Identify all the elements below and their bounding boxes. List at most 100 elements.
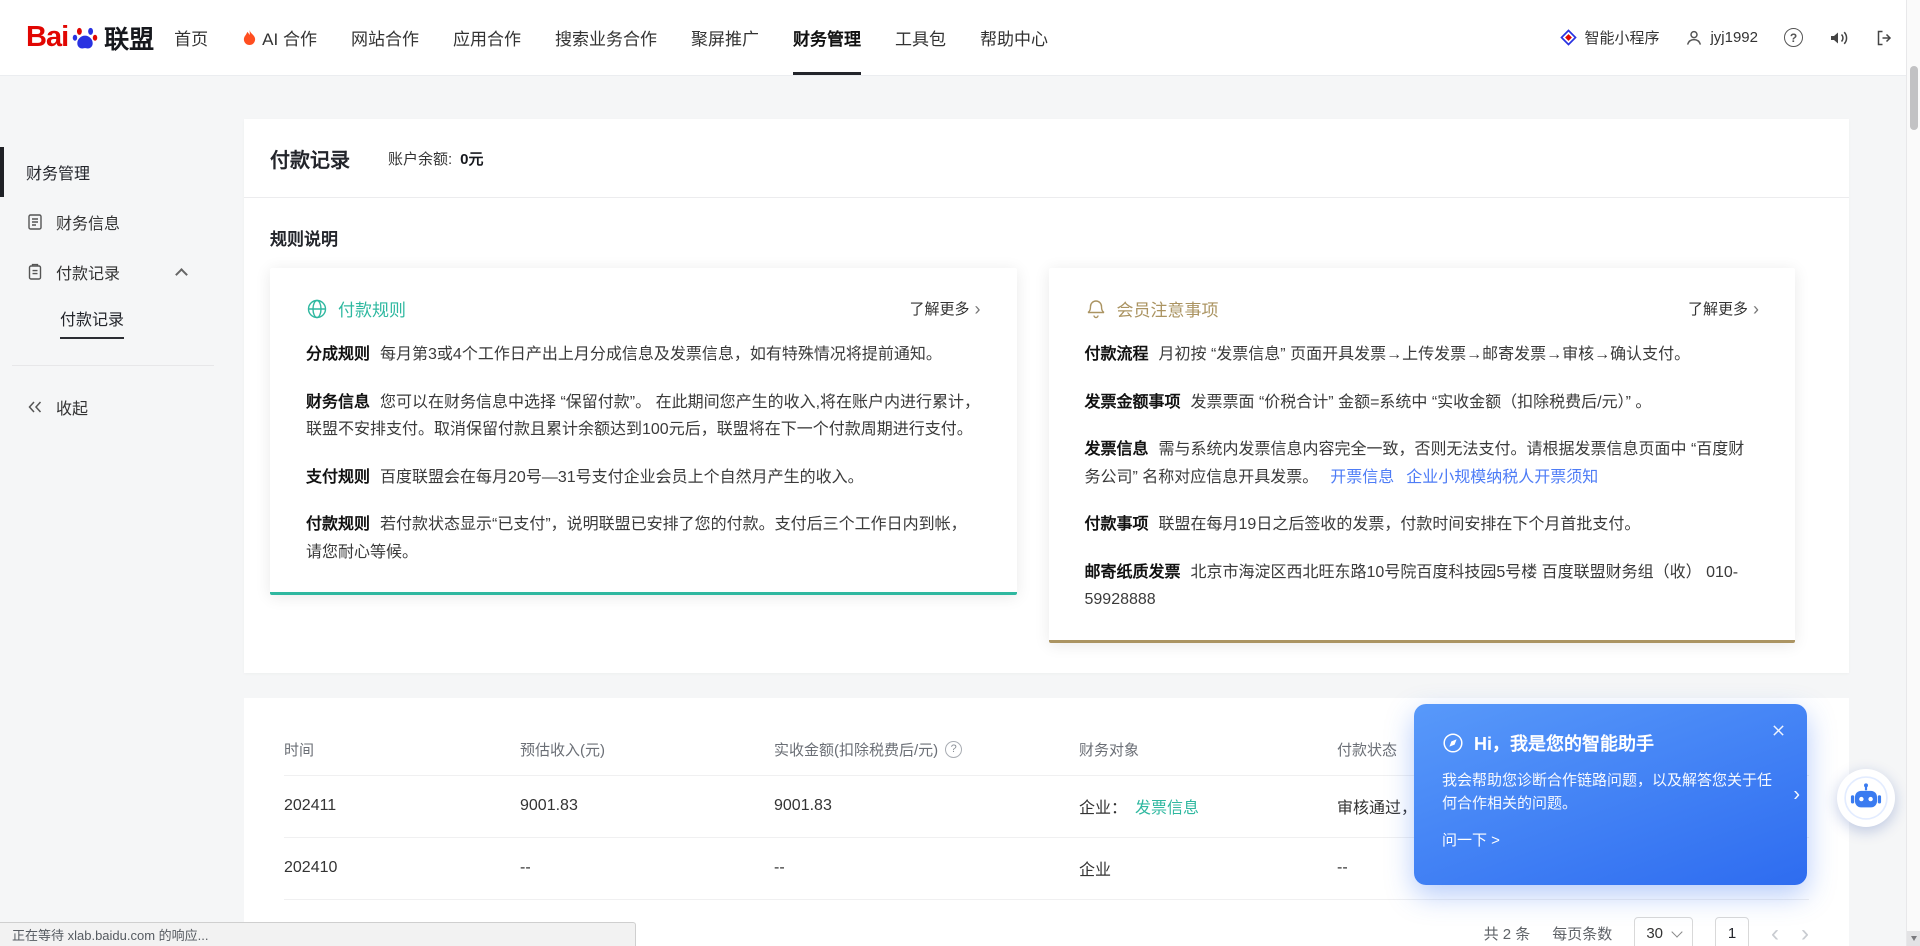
smart-miniprogram-entry[interactable]: 智能小程序 <box>1560 27 1659 48</box>
scrollbar-thumb[interactable] <box>1910 66 1918 130</box>
status-text: 正在等待 xlab.baidu.com 的响应... <box>12 925 209 944</box>
page-title: 付款记录 <box>270 144 350 173</box>
card-header: 付款规则 了解更多 <box>306 296 981 321</box>
sidebar-section-label: 财务管理 <box>26 160 90 184</box>
page-size-select[interactable]: 30 <box>1634 917 1693 946</box>
close-icon[interactable] <box>1772 724 1785 742</box>
nav-item-website-cooperation[interactable]: 网站合作 <box>351 0 419 75</box>
globe-icon <box>306 298 328 320</box>
bell-icon <box>1085 298 1107 320</box>
invoice-info-link[interactable]: 发票信息 <box>1135 794 1199 818</box>
card-header: 会员注意事项 了解更多 <box>1085 296 1760 321</box>
nav-item-app-cooperation[interactable]: 应用合作 <box>453 0 521 75</box>
sidebar-item-payment-records[interactable]: 付款记录 <box>0 247 244 297</box>
cell-estimated: 9001.83 <box>520 797 774 815</box>
nav-item-search-cooperation[interactable]: 搜索业务合作 <box>555 0 657 75</box>
scroll-down-button[interactable] <box>1907 931 1920 946</box>
learn-more-label: 了解更多 <box>1688 298 1748 319</box>
small-taxpayer-notice-link[interactable]: 企业小规模纳税人开票须知 <box>1406 469 1598 486</box>
page-number-current[interactable]: 1 <box>1715 917 1749 946</box>
assistant-header: Hi，我是您的智能助手 <box>1442 730 1779 756</box>
column-header-finance-entity: 财务对象 <box>1079 739 1337 760</box>
browser-status-bar: 正在等待 xlab.baidu.com 的响应... <box>0 922 636 946</box>
note-payment-matter: 付款事项联盟在每月19日之后签收的发票，付款时间安排在下个月首批支付。 <box>1085 511 1760 539</box>
nav-label: 首页 <box>174 25 208 50</box>
rules-section-title: 规则说明 <box>244 198 1849 252</box>
sidebar-divider <box>12 365 214 366</box>
card-title: 会员注意事项 <box>1117 296 1219 321</box>
per-page-label: 每页条数 <box>1552 923 1612 944</box>
card-title: 付款规则 <box>338 296 406 321</box>
nav-item-finance-management[interactable]: 财务管理 <box>793 0 861 75</box>
sidebar: 财务管理 财务信息 付款记录 付款记录 <box>0 76 244 946</box>
nav-item-home[interactable]: 首页 <box>174 0 208 75</box>
smart-assistant-popup: Hi，我是您的智能助手 我会帮助您诊断合作链路问题，以及解答您关于任何合作相关的… <box>1414 704 1807 885</box>
user-icon <box>1685 29 1703 47</box>
assistant-message: 我会帮助您诊断合作链路问题，以及解答您关于任何合作相关的问题。 <box>1442 769 1779 816</box>
note-invoice-amount: 发票金额事项发票票面 “价税合计” 金额=系统中 “实收金额（扣除税费后/元）”… <box>1085 389 1760 417</box>
cell-time: 202411 <box>284 797 520 815</box>
billing-info-link[interactable]: 开票信息 <box>1330 469 1394 486</box>
learn-more-link[interactable]: 了解更多 <box>1688 298 1759 319</box>
rule-finance-info: 财务信息您可以在财务信息中选择 “保留付款”。 在此期间您产生的收入,将在账户内… <box>306 389 981 444</box>
chevron-down-icon <box>1671 926 1682 937</box>
page-size-value: 30 <box>1646 925 1663 942</box>
note-mail-invoice: 邮寄纸质发票北京市海淀区西北旺东路10号院百度科技园5号楼 百度联盟财务组（收）… <box>1085 559 1760 614</box>
note-invoice-info: 发票信息需与系统内发票信息内容完全一致，否则无法支付。请根据发票信息页面中 “百… <box>1085 436 1760 491</box>
rules-cards: 付款规则 了解更多 分成规则每月第3或4个工作日产出上月分成信息及发票信息，如有… <box>244 252 1849 673</box>
sidebar-subitem-label: 付款记录 <box>60 306 124 339</box>
cell-estimated: -- <box>520 859 774 877</box>
nav-label: 财务管理 <box>793 25 861 50</box>
balance-value: 0元 <box>460 148 483 169</box>
payment-record-icon <box>26 263 44 281</box>
rule-payment: 付款规则若付款状态显示“已支付”，说明联盟已安排了您的付款。支付后三个工作日内到… <box>306 511 981 566</box>
learn-more-link[interactable]: 了解更多 <box>909 298 980 319</box>
main-nav: 首页 AI 合作 网站合作 应用合作 搜索业务合作 聚屏推广 财务管理 工具包 … <box>174 0 1048 75</box>
nav-item-ai-cooperation[interactable]: AI 合作 <box>242 0 317 75</box>
assistant-title: Hi，我是您的智能助手 <box>1474 730 1654 756</box>
cell-time: 202410 <box>284 859 520 877</box>
nav-item-toolkit[interactable]: 工具包 <box>895 0 946 75</box>
sidebar-subitem-payment-records[interactable]: 付款记录 <box>0 297 244 347</box>
baidu-paw-icon <box>71 24 99 52</box>
prev-page-button[interactable] <box>1771 922 1779 946</box>
logo-text-bai: Bai <box>26 21 68 54</box>
nav-label: 搜索业务合作 <box>555 25 657 50</box>
payment-records-panel: 付款记录 账户余额: 0元 规则说明 <box>244 119 1849 673</box>
nav-label: 帮助中心 <box>980 25 1048 50</box>
chevron-up-icon <box>175 268 188 281</box>
nav-label: 聚屏推广 <box>691 25 759 50</box>
column-header-time: 时间 <box>284 739 520 760</box>
learn-more-label: 了解更多 <box>909 298 969 319</box>
sidebar-section-finance-management[interactable]: 财务管理 <box>0 147 244 197</box>
sound-icon[interactable] <box>1829 29 1849 47</box>
robot-icon <box>1844 776 1888 820</box>
logo-text-union: 联盟 <box>104 20 154 56</box>
sidebar-collapse-button[interactable]: 收起 <box>0 382 244 432</box>
baidu-union-logo[interactable]: Bai 联盟 <box>26 0 154 75</box>
nav-item-help-center[interactable]: 帮助中心 <box>980 0 1048 75</box>
rule-pay: 支付规则百度联盟会在每月20号—31号支付企业会员上个自然月产生的收入。 <box>306 464 981 492</box>
help-icon[interactable] <box>1784 28 1803 47</box>
nav-item-screen-promotion[interactable]: 聚屏推广 <box>691 0 759 75</box>
collapse-label: 收起 <box>56 395 88 419</box>
logout-icon[interactable] <box>1875 29 1894 47</box>
page-header: 付款记录 账户余额: 0元 <box>244 119 1849 197</box>
next-page-button[interactable] <box>1801 922 1809 946</box>
info-icon[interactable] <box>945 741 962 758</box>
rule-share: 分成规则每月第3或4个工作日产出上月分成信息及发票信息，如有特殊情况将提前通知。 <box>306 341 981 369</box>
assistant-robot-avatar[interactable] <box>1837 769 1895 827</box>
compass-icon <box>1442 732 1464 754</box>
nav-right-cluster: 智能小程序 jyj1992 <box>1560 0 1894 75</box>
flame-icon <box>242 29 257 46</box>
page-scrollbar[interactable] <box>1906 0 1920 946</box>
sidebar-item-finance-info[interactable]: 财务信息 <box>0 197 244 247</box>
miniprogram-icon <box>1560 29 1577 46</box>
ask-now-link[interactable]: 问一下 > <box>1442 829 1500 850</box>
user-account[interactable]: jyj1992 <box>1685 29 1758 47</box>
sidebar-item-label: 付款记录 <box>56 260 120 284</box>
finance-info-icon <box>26 213 44 231</box>
cell-actual: -- <box>774 859 1079 877</box>
payment-rules-card: 付款规则 了解更多 分成规则每月第3或4个工作日产出上月分成信息及发票信息，如有… <box>270 268 1017 595</box>
nav-label: AI 合作 <box>262 25 317 50</box>
